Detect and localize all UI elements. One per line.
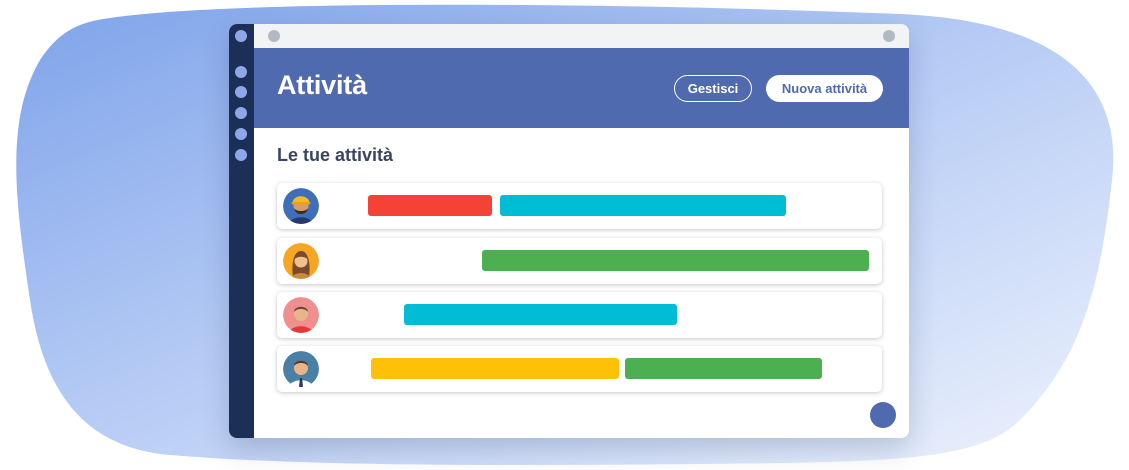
- sidebar-dot[interactable]: [235, 149, 247, 161]
- activity-row[interactable]: [277, 238, 882, 284]
- sidebar-dot[interactable]: [235, 86, 247, 98]
- app-window: Attività Gestisci Nuova attività Le tue …: [229, 24, 909, 438]
- sidebar-dot[interactable]: [235, 107, 247, 119]
- task-bar-red[interactable]: [368, 195, 492, 216]
- woman-avatar: [283, 243, 319, 279]
- businessman-avatar: [283, 351, 319, 387]
- section-title: Le tue attività: [277, 145, 394, 165]
- floating-action-button[interactable]: [870, 402, 896, 428]
- sidebar-dot[interactable]: [235, 128, 247, 140]
- activity-row[interactable]: [277, 346, 882, 392]
- task-bar-yellow[interactable]: [371, 358, 619, 379]
- sidebar-dot[interactable]: [235, 66, 247, 78]
- task-bar-green[interactable]: [625, 358, 822, 379]
- worker-with-hardhat-avatar: [283, 188, 319, 224]
- sidebar-dot[interactable]: [235, 30, 247, 42]
- task-bar-green[interactable]: [482, 250, 869, 271]
- activity-row[interactable]: [277, 292, 882, 338]
- window-control-dot[interactable]: [268, 30, 280, 42]
- task-bar-cyan[interactable]: [404, 304, 677, 325]
- man-red-shirt-avatar: [283, 297, 319, 333]
- title-bar: [254, 24, 909, 49]
- page-title: Attività: [277, 70, 367, 100]
- manage-button[interactable]: Gestisci: [674, 75, 752, 102]
- sidebar: [229, 24, 254, 438]
- task-bar-cyan[interactable]: [500, 195, 786, 216]
- new-activity-button[interactable]: Nuova attività: [766, 75, 883, 102]
- activity-row[interactable]: [277, 183, 882, 229]
- page-header: Attività Gestisci Nuova attività: [254, 48, 909, 128]
- window-control-dot[interactable]: [883, 30, 895, 42]
